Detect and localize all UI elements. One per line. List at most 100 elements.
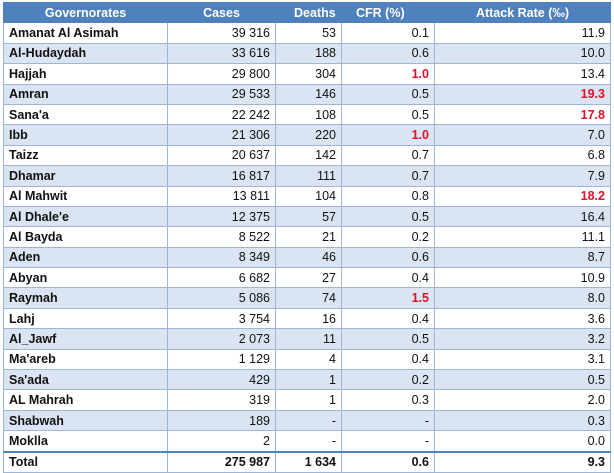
cell-governorate: Taizz: [3, 144, 168, 167]
cell-deaths: -: [275, 409, 342, 432]
table-row: Amanat Al Asimah 39 316 53 0.1 11.9: [3, 22, 611, 44]
cell-cfr: 0.7: [341, 165, 435, 187]
cell-cases: 29 533: [167, 83, 276, 105]
cell-cfr: 0.7: [341, 144, 435, 167]
cell-cfr: 0.5: [341, 328, 435, 350]
cell-governorate: Al_Jawf: [3, 328, 168, 350]
cell-cfr: 0.6: [341, 246, 435, 269]
cell-cases: 33 616: [167, 42, 276, 65]
cell-cases: 3 754: [167, 307, 276, 330]
cell-governorate: Amanat Al Asimah: [3, 22, 168, 44]
table-row: Taizz 20 637 142 0.7 6.8: [3, 144, 611, 167]
header-cfr: CFR (%): [341, 1, 435, 24]
cell-cases: 13 811: [167, 185, 276, 207]
cell-cfr: 0.4: [341, 348, 435, 371]
cell-attack-rate: 10.9: [434, 267, 611, 289]
cell-deaths: 53: [275, 22, 342, 44]
header-governorates: Governorates: [3, 1, 168, 24]
header-cases: Cases: [167, 1, 276, 24]
cell-deaths: 21: [275, 226, 342, 248]
cell-attack-rate: 0.0: [434, 430, 611, 453]
header-attack-rate: Attack Rate (‰): [434, 1, 611, 24]
cell-cases: 6 682: [167, 267, 276, 289]
cell-attack-rate: 3.6: [434, 307, 611, 330]
cell-deaths: -: [275, 430, 342, 453]
cell-deaths: 74: [275, 287, 342, 309]
cell-governorate: Al Bayda: [3, 226, 168, 248]
cell-governorate: Aden: [3, 246, 168, 269]
cell-deaths: 304: [275, 63, 342, 85]
cell-cases: 189: [167, 409, 276, 432]
table-row: Ma'areb 1 129 4 0.4 3.1: [3, 348, 611, 371]
cell-cases: 21 306: [167, 124, 276, 146]
cell-cfr: 0.4: [341, 267, 435, 289]
table-row: Al Mahwit 13 811 104 0.8 18.2: [3, 185, 611, 207]
cell-cases: 2: [167, 430, 276, 453]
cell-attack-rate: 11.1: [434, 226, 611, 248]
cell-governorate: Al-Hudaydah: [3, 42, 168, 65]
table-row: Aden 8 349 46 0.6 8.7: [3, 246, 611, 269]
table-row: Abyan 6 682 27 0.4 10.9: [3, 267, 611, 289]
cell-cfr: 1.0: [341, 63, 435, 85]
cell-attack-rate: 0.5: [434, 369, 611, 391]
cell-deaths: 1: [275, 369, 342, 391]
cell-cases: 8 522: [167, 226, 276, 248]
cell-cases: 12 375: [167, 205, 276, 228]
cholera-cases-table: Governorates Cases Deaths CFR (%) Attack…: [3, 1, 611, 473]
table-row: Shabwah 189- -0.3: [3, 409, 611, 432]
cell-cfr: 0.6: [341, 42, 435, 65]
total-label: Total: [3, 450, 168, 473]
cell-cases: 8 349: [167, 246, 276, 269]
cell-deaths: 4: [275, 348, 342, 371]
cell-deaths: 11: [275, 328, 342, 350]
cell-cases: 1 129: [167, 348, 276, 371]
total-row: Total 275 987 1 634 0.6 9.3: [3, 450, 611, 473]
cell-cases: 29 800: [167, 63, 276, 85]
table-row: Sana'a 22 242 108 0.5 17.8: [3, 103, 611, 126]
cell-deaths: 1: [275, 389, 342, 411]
cell-cfr: 1.5: [341, 287, 435, 309]
cell-deaths: 57: [275, 205, 342, 228]
table-row: Sa'ada 429 1 0.2 0.5: [3, 369, 611, 391]
cell-deaths: 188: [275, 42, 342, 65]
table-row: Al-Hudaydah 33 616 188 0.6 10.0: [3, 42, 611, 65]
cell-attack-rate: 0.3: [434, 409, 611, 432]
table-row: Ibb 21 306 220 1.0 7.0: [3, 124, 611, 146]
cell-cfr: 0.2: [341, 369, 435, 391]
cell-governorate: Shabwah: [3, 409, 168, 432]
cell-cases: 2 073: [167, 328, 276, 350]
cell-attack-rate: 8.7: [434, 246, 611, 269]
cell-governorate: Amran: [3, 83, 168, 105]
cell-attack-rate: 13.4: [434, 63, 611, 85]
cell-governorate: Ma'areb: [3, 348, 168, 371]
cell-cfr: 0.1: [341, 22, 435, 44]
cell-cfr: -: [341, 430, 435, 453]
table-row: Al Dhale'e 12 375 57 0.5 16.4: [3, 205, 611, 228]
cell-attack-rate: 2.0: [434, 389, 611, 411]
table-row: Al Bayda 8 522 21 0.2 11.1: [3, 226, 611, 248]
cell-deaths: 146: [275, 83, 342, 105]
cell-cfr: 0.5: [341, 205, 435, 228]
cell-cfr: 0.4: [341, 307, 435, 330]
cell-attack-rate: 7.0: [434, 124, 611, 146]
cell-cfr: 0.3: [341, 389, 435, 411]
header-deaths: Deaths: [275, 1, 342, 24]
cell-attack-rate: 10.0: [434, 42, 611, 65]
cell-attack-rate: 7.9: [434, 165, 611, 187]
cell-deaths: 46: [275, 246, 342, 269]
cell-attack-rate: 3.1: [434, 348, 611, 371]
cell-deaths: 104: [275, 185, 342, 207]
cell-deaths: 142: [275, 144, 342, 167]
cell-governorate: AL Mahrah: [3, 389, 168, 411]
cell-governorate: Al Dhale'e: [3, 205, 168, 228]
table-row: Hajjah 29 800 304 1.0 13.4: [3, 63, 611, 85]
cell-deaths: 108: [275, 103, 342, 126]
cell-governorate: Ibb: [3, 124, 168, 146]
cell-cases: 20 637: [167, 144, 276, 167]
cell-cases: 319: [167, 389, 276, 411]
cell-cases: 22 242: [167, 103, 276, 126]
cell-governorate: Raymah: [3, 287, 168, 309]
cell-deaths: 16: [275, 307, 342, 330]
cell-governorate: Sa'ada: [3, 369, 168, 391]
cell-attack-rate: 16.4: [434, 205, 611, 228]
